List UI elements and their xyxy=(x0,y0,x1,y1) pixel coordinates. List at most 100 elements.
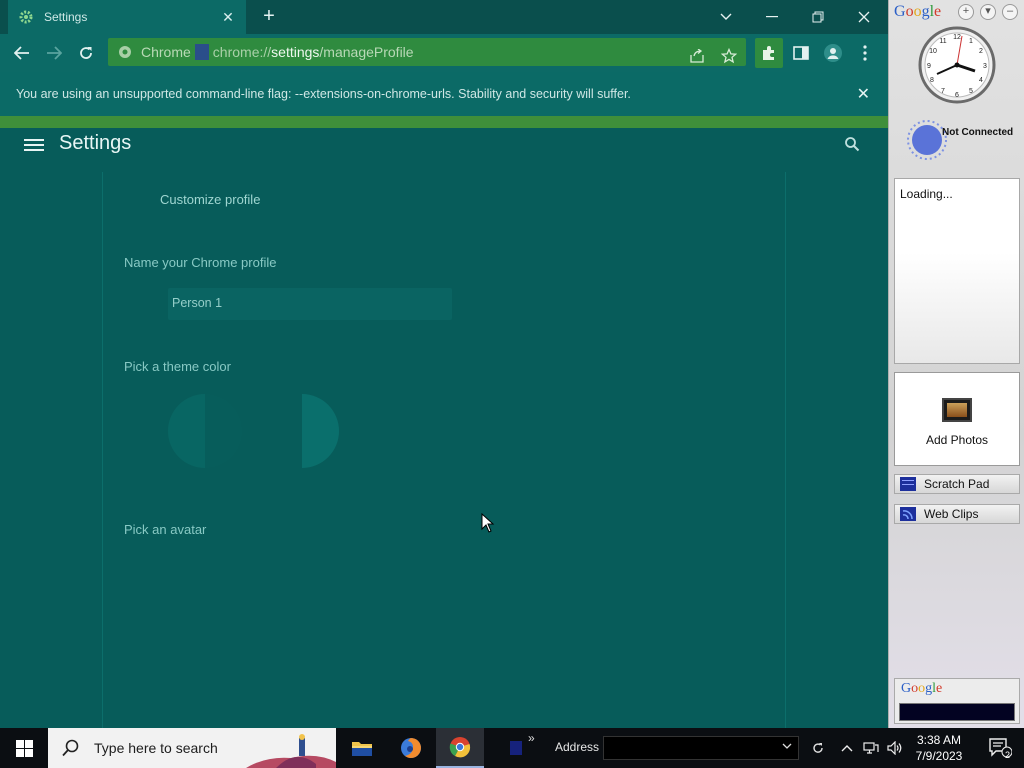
url-path: /manageProfile xyxy=(319,44,414,60)
windows-taskbar: Type here to search » Address 3:38 AM 7/… xyxy=(0,728,1024,768)
news-gadget[interactable]: Loading... xyxy=(894,178,1020,364)
side-panel-button[interactable] xyxy=(787,38,815,68)
url-site-chip: Chrome xyxy=(141,44,191,60)
search-highlight-illustration xyxy=(246,728,336,768)
loading-text: Loading... xyxy=(900,187,953,201)
gear-icon xyxy=(18,9,34,25)
google-desktop-sidebar: Google + ▾ – 12 1 2 3 45 6 7 8 9 10 11 Not Conne… xyxy=(888,0,1024,728)
name-field-label: Name your Chrome profile xyxy=(124,255,277,270)
avatar-label: Pick an avatar xyxy=(124,522,207,537)
folder-icon xyxy=(352,742,372,756)
share-button[interactable] xyxy=(684,43,710,69)
svg-text:5: 5 xyxy=(969,88,973,95)
volume-button[interactable] xyxy=(884,728,906,768)
forward-button[interactable] xyxy=(39,38,69,68)
close-tab-icon[interactable]: ✕ xyxy=(220,9,236,25)
chevron-down-icon[interactable] xyxy=(782,741,792,753)
theme-color-swatch-default[interactable] xyxy=(168,394,242,468)
rss-feed-icon xyxy=(900,507,916,521)
bookmark-button[interactable] xyxy=(716,43,742,69)
windows-logo-icon xyxy=(15,739,33,757)
svg-text:10: 10 xyxy=(929,48,937,55)
page-title: Settings xyxy=(59,132,132,154)
url-scheme: chrome:// xyxy=(212,44,272,60)
section-title: Customize profile xyxy=(160,192,261,207)
chrome-taskbar-button[interactable] xyxy=(436,728,484,768)
svg-text:12: 12 xyxy=(953,34,961,41)
sidebar-item-web-clips[interactable]: Web Clips xyxy=(894,504,1020,524)
warning-infobar: You are using an unsupported command-lin… xyxy=(0,72,888,116)
minimize-button[interactable] xyxy=(749,0,795,34)
clock-time: 3:38 AM xyxy=(916,733,962,747)
settings-header: Settings xyxy=(0,128,888,172)
network-icon xyxy=(863,742,879,754)
forward-arrow-icon xyxy=(47,46,62,60)
close-window-button[interactable] xyxy=(841,0,887,34)
firefox-icon xyxy=(401,738,421,758)
url-host: settings xyxy=(271,44,320,60)
url-separator xyxy=(194,44,209,60)
restore-button[interactable] xyxy=(795,0,841,34)
svg-text:3: 3 xyxy=(983,63,987,70)
new-tab-button[interactable]: + xyxy=(258,6,280,28)
tab-settings[interactable]: Settings ✕ xyxy=(8,0,246,34)
search-icon[interactable] xyxy=(844,136,864,156)
show-hidden-icons-button[interactable] xyxy=(836,728,858,768)
tab-strip: Settings ✕ + xyxy=(0,0,888,34)
taskbar-clock[interactable]: 3:38 AM 7/9/2023 xyxy=(908,732,970,764)
clock-gadget: 12 12 3 45 6 7 8 9 1011 xyxy=(918,26,996,104)
extensions-button[interactable] xyxy=(755,38,783,68)
taskbar-search-box[interactable]: Type here to search xyxy=(48,728,336,768)
back-arrow-icon xyxy=(14,46,29,60)
infobar-divider xyxy=(0,116,888,128)
network-button[interactable] xyxy=(860,728,882,768)
file-explorer-button[interactable] xyxy=(338,728,386,768)
svg-text:8: 8 xyxy=(930,77,934,84)
theme-color-swatch-teal[interactable] xyxy=(265,394,339,468)
notepad-icon xyxy=(900,477,916,491)
minimize-icon xyxy=(766,16,778,18)
hamburger-menu-icon[interactable] xyxy=(24,136,44,156)
firefox-button[interactable] xyxy=(387,728,435,768)
clock-date: 7/9/2023 xyxy=(915,749,963,763)
mouse-cursor-icon xyxy=(481,513,495,533)
sidebar-item-label: Scratch Pad xyxy=(924,477,990,491)
sidebar-item-label: Web Clips xyxy=(924,507,979,521)
theme-color-label: Pick a theme color xyxy=(124,359,231,374)
back-button[interactable] xyxy=(7,38,37,68)
connection-status-text: Not Connected xyxy=(942,127,1014,138)
svg-text:9: 9 xyxy=(927,63,931,70)
infobar-message: You are using an unsupported command-lin… xyxy=(16,87,631,101)
tab-search-button[interactable] xyxy=(703,0,749,34)
profile-avatar-icon xyxy=(824,44,842,62)
address-bar[interactable]: Chrome chrome://settings/manageProfile xyxy=(108,38,746,66)
close-infobar-icon[interactable]: ✕ xyxy=(857,84,870,104)
status-splash-icon xyxy=(907,120,947,160)
action-center-button[interactable]: 2 xyxy=(976,728,1024,768)
notification-count-badge: 2 xyxy=(1005,750,1011,760)
add-gadget-button[interactable]: + xyxy=(958,4,974,20)
chrome-logo-icon xyxy=(119,46,131,58)
address-go-button[interactable] xyxy=(806,728,830,768)
address-toolbar-icon[interactable]: » xyxy=(492,728,540,768)
refresh-icon xyxy=(813,743,823,753)
toolbar-overflow-icon[interactable]: » xyxy=(528,731,535,745)
google-search-gadget: Google xyxy=(894,678,1020,724)
sidebar-minimize-button[interactable]: – xyxy=(1002,4,1018,20)
sidebar-menu-button[interactable]: ▾ xyxy=(980,4,996,20)
svg-text:7: 7 xyxy=(941,88,945,95)
puzzle-icon xyxy=(763,46,774,60)
photos-gadget[interactable]: Add Photos xyxy=(894,372,1020,466)
reload-button[interactable] xyxy=(71,38,101,68)
svg-text:2: 2 xyxy=(979,48,983,55)
start-button[interactable] xyxy=(0,728,48,768)
chrome-window: Settings ✕ + Chrome chrome:// settings /… xyxy=(0,0,888,728)
address-toolbar-label: Address xyxy=(555,740,600,754)
google-search-input[interactable] xyxy=(899,703,1015,721)
sidebar-item-scratch-pad[interactable]: Scratch Pad xyxy=(894,474,1020,494)
menu-button[interactable] xyxy=(851,38,879,68)
profile-name-input[interactable]: Person 1 xyxy=(168,288,452,320)
profile-button[interactable] xyxy=(819,38,847,68)
svg-text:6: 6 xyxy=(955,92,959,99)
address-toolbar-input[interactable] xyxy=(603,736,799,760)
